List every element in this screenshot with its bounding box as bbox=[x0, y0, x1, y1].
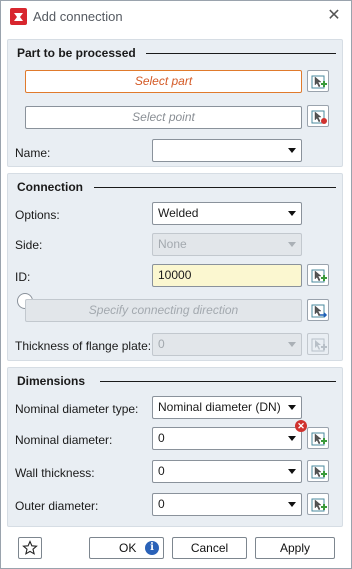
chevron-down-icon bbox=[288, 405, 296, 410]
wall-thickness-label: Wall thickness: bbox=[15, 466, 95, 480]
name-label: Name: bbox=[15, 146, 51, 160]
options-dropdown[interactable]: Welded bbox=[152, 202, 302, 225]
chevron-down-icon bbox=[288, 469, 296, 474]
connecting-direction-field: Specify connecting direction bbox=[25, 299, 302, 322]
direction-button[interactable] bbox=[307, 299, 329, 321]
side-label: Side: bbox=[15, 238, 43, 252]
pick-flange-button bbox=[307, 333, 329, 355]
nominal-type-value: Nominal diameter (DN) bbox=[158, 400, 281, 414]
nominal-type-label: Nominal diameter type: bbox=[15, 402, 139, 416]
side-dropdown: None bbox=[152, 233, 302, 256]
title-bar: Add connection ✕ bbox=[1, 1, 351, 33]
chevron-down-icon bbox=[288, 502, 296, 507]
id-input[interactable]: 10000 bbox=[152, 264, 302, 287]
chevron-down-icon bbox=[288, 242, 296, 247]
pick-part-icon bbox=[311, 75, 327, 89]
section-divider bbox=[94, 187, 336, 188]
part-section-title: Part to be processed bbox=[17, 46, 136, 60]
ok-button[interactable]: OK i bbox=[89, 537, 164, 559]
pick-point-button[interactable] bbox=[307, 105, 329, 127]
nominal-diameter-label: Nominal diameter: bbox=[15, 433, 113, 447]
pick-flange-icon bbox=[311, 338, 327, 352]
outer-diameter-dropdown[interactable]: 0 bbox=[152, 493, 302, 516]
pick-id-button[interactable] bbox=[307, 264, 329, 286]
pick-nominal-diameter-button[interactable] bbox=[307, 427, 329, 449]
options-label: Options: bbox=[15, 208, 60, 222]
pick-nominal-diameter-icon bbox=[311, 432, 327, 446]
outer-diameter-label: Outer diameter: bbox=[15, 499, 99, 513]
star-icon bbox=[22, 540, 38, 555]
pick-outer-diameter-button[interactable] bbox=[307, 493, 329, 515]
select-point-field[interactable]: Select point bbox=[25, 106, 302, 129]
pick-id-icon bbox=[311, 269, 327, 283]
pick-point-icon bbox=[311, 110, 327, 124]
favorite-button[interactable] bbox=[18, 537, 42, 559]
pick-wall-thickness-button[interactable] bbox=[307, 460, 329, 482]
flange-thickness-value: 0 bbox=[158, 337, 165, 351]
ok-button-label: OK bbox=[119, 541, 137, 555]
chevron-down-icon bbox=[288, 436, 296, 441]
close-icon[interactable]: ✕ bbox=[325, 7, 343, 25]
cancel-button[interactable]: Cancel bbox=[172, 537, 247, 559]
section-divider bbox=[100, 381, 336, 382]
nominal-diameter-value: 0 bbox=[158, 431, 165, 445]
add-connection-dialog: Add connection ✕ Part to be processed Se… bbox=[0, 0, 352, 569]
nominal-diameter-dropdown[interactable]: 0 bbox=[152, 427, 302, 450]
wall-thickness-dropdown[interactable]: 0 bbox=[152, 460, 302, 483]
apply-button[interactable]: Apply bbox=[255, 537, 335, 559]
window-title: Add connection bbox=[33, 9, 123, 24]
outer-diameter-value: 0 bbox=[158, 497, 165, 511]
chevron-down-icon bbox=[288, 148, 296, 153]
options-value: Welded bbox=[158, 206, 199, 220]
direction-arrow-icon bbox=[311, 304, 328, 318]
pick-wall-thickness-icon bbox=[311, 465, 327, 479]
side-value: None bbox=[158, 237, 187, 251]
flange-thickness-label: Thickness of flange plate: bbox=[15, 339, 152, 353]
section-divider bbox=[146, 53, 336, 54]
connection-section-title: Connection bbox=[17, 180, 83, 194]
chevron-down-icon bbox=[288, 342, 296, 347]
wall-thickness-value: 0 bbox=[158, 464, 165, 478]
name-dropdown[interactable] bbox=[152, 139, 302, 162]
select-part-field[interactable]: Select part bbox=[25, 70, 302, 93]
id-label: ID: bbox=[15, 270, 31, 284]
error-icon: ✕ bbox=[295, 420, 307, 432]
dimensions-section-title: Dimensions bbox=[17, 374, 86, 388]
app-logo-icon bbox=[10, 8, 27, 25]
chevron-down-icon bbox=[288, 211, 296, 216]
pick-part-button[interactable] bbox=[307, 70, 329, 92]
info-icon: i bbox=[145, 541, 159, 555]
pick-outer-diameter-icon bbox=[311, 498, 327, 512]
flange-thickness-dropdown: 0 bbox=[152, 333, 302, 356]
nominal-type-dropdown[interactable]: Nominal diameter (DN) bbox=[152, 396, 302, 419]
